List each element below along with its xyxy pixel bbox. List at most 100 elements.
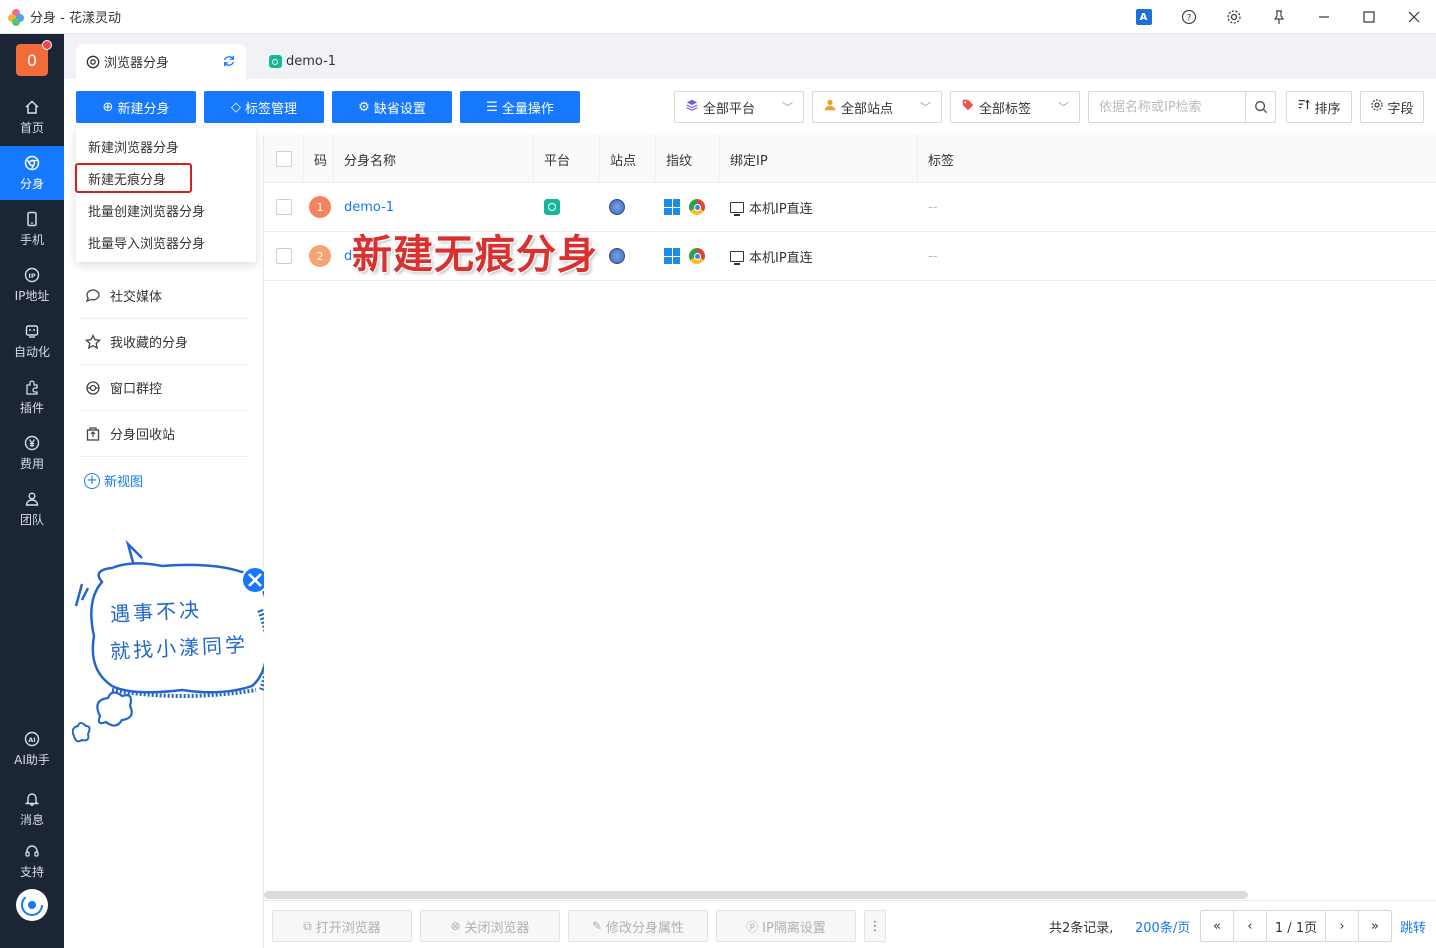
gear-icon: [1370, 98, 1384, 116]
nav-label: AI助手: [14, 753, 50, 767]
translate-button[interactable]: A: [1121, 0, 1166, 34]
svg-text:?: ?: [1186, 14, 1191, 24]
pin-icon: [1273, 10, 1284, 24]
browser-profile-icon: [23, 154, 41, 172]
nav-item-messages[interactable]: 消息: [0, 782, 64, 836]
ai-icon: AI: [23, 730, 41, 748]
search-button[interactable]: [1245, 92, 1275, 122]
nav-item-plugin[interactable]: 插件: [0, 370, 64, 424]
fields-button[interactable]: 字段: [1360, 91, 1424, 123]
bound-ip-text: 本机IP直连: [749, 250, 813, 266]
nav-label: 插件: [19, 401, 44, 415]
column-header-name[interactable]: 分身名称: [334, 135, 534, 183]
search-input[interactable]: [1089, 92, 1245, 122]
unread-dot: [42, 40, 52, 50]
nav-item-automation[interactable]: 自动化: [0, 314, 64, 368]
row-checkbox[interactable]: [276, 232, 292, 280]
first-page-button[interactable]: «: [1200, 910, 1234, 942]
nav-label: IP地址: [14, 289, 50, 303]
bound-ip-text: 本机IP直连: [749, 201, 813, 217]
chevron-down-icon: ﹀: [920, 101, 931, 114]
double-chevron-left-icon: «: [1213, 918, 1221, 934]
chevron-left-icon: ‹: [1247, 918, 1253, 934]
column-header-bound-ip[interactable]: 绑定IP: [720, 135, 918, 183]
nav-label: 团队: [19, 513, 44, 527]
jump-page-link[interactable]: 跳转: [1400, 917, 1426, 936]
minimize-button[interactable]: [1301, 0, 1346, 34]
column-header-platform[interactable]: 平台: [534, 135, 600, 183]
open-browser-button[interactable]: ⧉ 打开浏览器: [272, 910, 412, 942]
nav-item-profiles[interactable]: 分身: [0, 146, 64, 200]
tag-filter-select[interactable]: 全部标签 ﹀: [950, 91, 1080, 123]
browser-profile-icon: [86, 55, 100, 69]
search-icon: [1254, 101, 1267, 114]
chevron-down-icon: ﹀: [1058, 101, 1069, 114]
nav-item-billing[interactable]: 费用: [0, 426, 64, 480]
refresh-icon[interactable]: [222, 54, 236, 72]
header-select-all[interactable]: [264, 135, 304, 183]
platform-filter-select[interactable]: 全部平台 ﹀: [674, 91, 804, 123]
more-actions-button[interactable]: ⋮: [864, 910, 886, 942]
column-header-tags[interactable]: 标签: [918, 135, 1436, 183]
view-social-media[interactable]: 社交媒体: [80, 273, 248, 319]
menu-item-new-browser-profile[interactable]: 新建浏览器分身: [88, 130, 179, 162]
view-recycle-bin[interactable]: 分身回收站: [80, 411, 248, 457]
nav-label: 支持: [19, 865, 44, 879]
page-indicator: 1 / 1页: [1266, 910, 1326, 942]
platform-icon: [544, 199, 560, 215]
prev-page-button[interactable]: ‹: [1233, 910, 1267, 942]
maximize-icon: [1362, 11, 1375, 23]
default-settings-button[interactable]: ⚙ 缺省设置: [332, 91, 452, 123]
new-view-link[interactable]: + 新视图: [84, 471, 143, 490]
user-avatar[interactable]: [16, 889, 48, 921]
nav-item-team[interactable]: 团队: [0, 482, 64, 536]
nav-item-home[interactable]: 首页: [0, 90, 64, 144]
select-all-checkbox[interactable]: [276, 151, 292, 167]
nav-item-ai-assistant[interactable]: AI AI助手: [0, 722, 64, 776]
tag-cell: --: [928, 199, 938, 215]
toolbar: ⊕ 新建分身 ◇ 标签管理 ⚙ 缺省设置 ☰ 全量操作 全部平台 ﹀ 全部站点 …: [64, 79, 1436, 135]
table-footer: ⧉ 打开浏览器 ⊗ 关闭浏览器 ✎ 修改分身属性 ⓟ IP隔离设置 ⋮ 共2条记录, 2…: [264, 900, 1436, 948]
row-checkbox[interactable]: [276, 183, 292, 231]
nav-item-phone[interactable]: 手机: [0, 202, 64, 256]
tag-manage-button[interactable]: ◇ 标签管理: [204, 91, 324, 123]
notification-avatar-badge[interactable]: 0: [16, 40, 52, 76]
tab-demo-1[interactable]: demo-1: [268, 44, 368, 79]
pin-button[interactable]: [1256, 0, 1301, 34]
edit-icon: ✎: [591, 919, 603, 933]
edit-profile-properties-button[interactable]: ✎ 修改分身属性: [568, 910, 708, 942]
search-box: [1088, 91, 1276, 123]
settings-button[interactable]: [1211, 0, 1256, 34]
tab-bar: 浏览器分身 demo-1: [64, 34, 1436, 79]
sort-button[interactable]: 排序: [1286, 91, 1352, 123]
minimize-icon: [1318, 16, 1329, 18]
menu-item-batch-import-profiles[interactable]: 批量导入浏览器分身: [88, 226, 205, 258]
column-header-num: 码: [304, 135, 334, 183]
view-window-sync[interactable]: 窗口群控: [80, 365, 248, 411]
last-page-button[interactable]: »: [1358, 910, 1392, 942]
help-button[interactable]: ?: [1166, 0, 1211, 34]
recycle-bin-icon: [84, 425, 102, 443]
column-header-fingerprint[interactable]: 指纹: [656, 135, 720, 183]
nav-label: 手机: [19, 233, 44, 247]
view-favorites[interactable]: 我收藏的分身: [80, 319, 248, 365]
globe-icon: [609, 199, 625, 215]
close-window-button[interactable]: [1391, 0, 1436, 34]
horizontal-scrollbar[interactable]: [264, 891, 1248, 899]
column-header-site[interactable]: 站点: [600, 135, 656, 183]
maximize-button[interactable]: [1346, 0, 1391, 34]
tab-browser-profiles[interactable]: 浏览器分身: [76, 44, 246, 79]
tag-cell: --: [928, 248, 938, 264]
page-size-select[interactable]: 200条/页: [1135, 917, 1190, 936]
nav-item-ip[interactable]: IP IP地址: [0, 258, 64, 312]
site-filter-select[interactable]: 全部站点 ﹀: [812, 91, 942, 123]
monitor-icon: [730, 201, 744, 216]
bulk-operations-button[interactable]: ☰ 全量操作: [460, 91, 580, 123]
close-browser-button[interactable]: ⊗ 关闭浏览器: [420, 910, 560, 942]
nav-item-support[interactable]: 支持: [0, 834, 64, 888]
menu-item-batch-create-profiles[interactable]: 批量创建浏览器分身: [88, 194, 205, 226]
new-profile-button[interactable]: ⊕ 新建分身: [76, 91, 196, 123]
nav-label: 首页: [19, 121, 44, 135]
next-page-button[interactable]: ›: [1325, 910, 1359, 942]
ip-isolation-settings-button[interactable]: ⓟ IP隔离设置: [716, 910, 856, 942]
